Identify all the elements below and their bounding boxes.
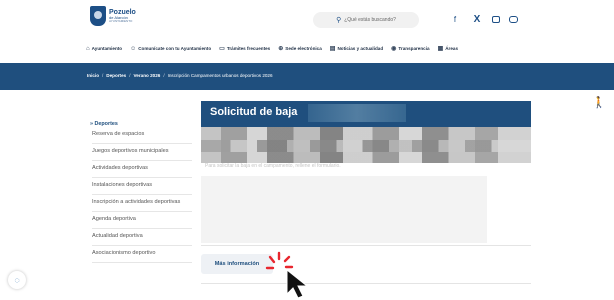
description-text: Para solicitar la baja en el campamento,… — [205, 163, 341, 169]
accessibility-icon[interactable]: 🚶 — [592, 96, 606, 110]
nav-item-transparencia[interactable]: ◉ Transparencia — [391, 45, 429, 52]
content-panel — [201, 176, 487, 243]
nav-label: Trámites frecuentes — [226, 46, 271, 51]
nav-item-areas[interactable]: ▦ Áreas — [438, 45, 458, 52]
breadcrumb-separator: / — [102, 73, 104, 78]
sidebar-item[interactable]: Asociacionismo deportivo — [92, 246, 192, 263]
breadcrumb-separator: / — [163, 73, 165, 78]
x-icon[interactable]: X — [471, 13, 483, 25]
globe-icon: ⊕ — [278, 46, 284, 52]
site-logo[interactable]: Pozuelo de Alarcón AYUNTAMIENTO — [90, 6, 136, 26]
page-title: Solicitud de baja — [210, 106, 298, 118]
instagram-icon[interactable] — [490, 13, 502, 25]
nav-item-ayuntamiento[interactable]: ⌂ Ayuntamiento — [86, 46, 122, 52]
nav-label: Noticias y actualidad — [337, 46, 384, 51]
coat-of-arms-icon — [90, 6, 106, 26]
sidebar-item[interactable]: Actualidad deportiva — [92, 229, 192, 246]
folder-icon: ▭ — [219, 46, 225, 52]
sidebar: » Deportes Reserva de espacios Juegos de… — [86, 117, 196, 263]
page: Pozuelo de Alarcón AYUNTAMIENTO ⚲ ¿Qué e… — [0, 0, 614, 300]
nav-label: Sede electrónica — [285, 46, 322, 51]
logo-text: Pozuelo de Alarcón AYUNTAMIENTO — [109, 9, 136, 23]
divider — [201, 245, 531, 246]
nav-label: Áreas — [445, 46, 459, 51]
eye-icon: ◉ — [391, 46, 397, 52]
sidebar-item[interactable]: Instalaciones deportivas — [92, 178, 192, 195]
nav-item-tramites[interactable]: ▭ Trámites frecuentes — [219, 45, 270, 52]
breadcrumb-home[interactable]: Inicio — [87, 73, 99, 78]
pixelated-content-row — [201, 140, 531, 152]
more-info-button[interactable]: Más información — [201, 254, 273, 274]
search-placeholder: ¿Qué estás buscando? — [344, 17, 396, 23]
breadcrumb: Inicio / Deportes / Verano 2026 / Inscri… — [87, 73, 273, 78]
breadcrumb-current: Inscripción Campamentos urbanos deportiv… — [167, 73, 273, 78]
nav-label: Ayuntamiento — [91, 46, 123, 51]
sidebar-item[interactable]: Agenda deportiva — [92, 212, 192, 229]
page-title-bar: Solicitud de baja — [201, 101, 531, 127]
divider — [201, 283, 531, 284]
breadcrumb-verano[interactable]: Verano 2026 — [133, 73, 160, 78]
search-input[interactable]: ⚲ ¿Qué estás buscando? — [313, 12, 419, 28]
breadcrumb-separator: / — [129, 73, 131, 78]
youtube-icon[interactable] — [507, 13, 519, 25]
nav-label: Comunícate con tu Ayuntamiento — [138, 46, 212, 51]
logo-tagline: AYUNTAMIENTO — [109, 19, 133, 23]
main-navigation: ⌂ Ayuntamiento ☺ Comunícate con tu Ayunt… — [86, 45, 458, 53]
grid-icon: ▦ — [437, 46, 444, 52]
nav-item-comunicate[interactable]: ☺ Comunícate con tu Ayuntamiento — [130, 46, 211, 52]
people-icon: ☺ — [130, 45, 137, 52]
nav-item-noticias[interactable]: ▤ Noticias y actualidad — [330, 45, 383, 52]
mouse-pointer-icon — [286, 268, 309, 299]
search-icon: ⚲ — [336, 17, 342, 24]
sidebar-item[interactable]: Juegos deportivos municipales — [92, 144, 192, 161]
sidebar-item[interactable]: Actividades deportivas — [92, 161, 192, 178]
pixelated-region — [308, 104, 406, 122]
facebook-icon[interactable]: f — [449, 13, 461, 25]
news-icon: ▤ — [329, 46, 336, 52]
building-icon: ⌂ — [86, 45, 90, 52]
nav-label: Transparencia — [398, 46, 430, 51]
nav-item-sede[interactable]: ⊕ Sede electrónica — [278, 45, 322, 52]
sidebar-item[interactable]: Reserva de espacios — [92, 127, 192, 144]
breadcrumb-deportes[interactable]: Deportes — [106, 73, 126, 78]
chat-bubble-icon[interactable]: ◌ — [8, 271, 26, 289]
sidebar-item[interactable]: Inscripción a actividades deportivas — [92, 195, 192, 212]
